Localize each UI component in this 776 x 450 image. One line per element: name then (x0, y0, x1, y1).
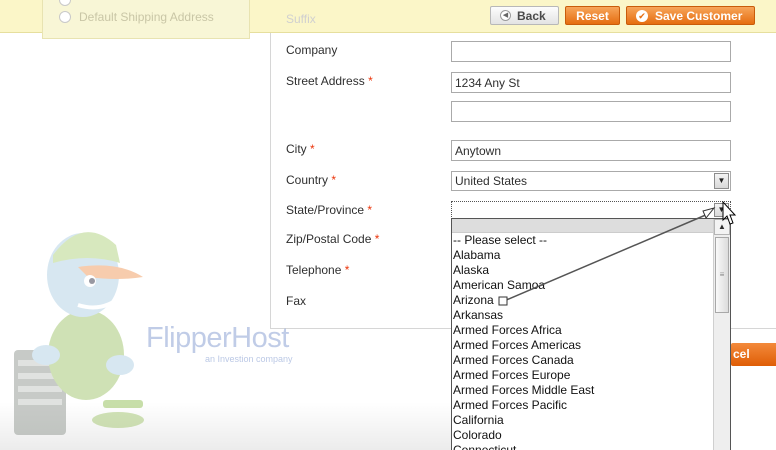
mouse-cursor-icon (722, 201, 737, 225)
default-shipping-label: Default Shipping Address (79, 10, 214, 24)
default-shipping-radio[interactable] (59, 11, 71, 23)
radio-icon[interactable] (59, 0, 71, 6)
annotation-arrow (498, 207, 716, 306)
default-address-box-overlay: Default Shipping Address (42, 0, 250, 39)
